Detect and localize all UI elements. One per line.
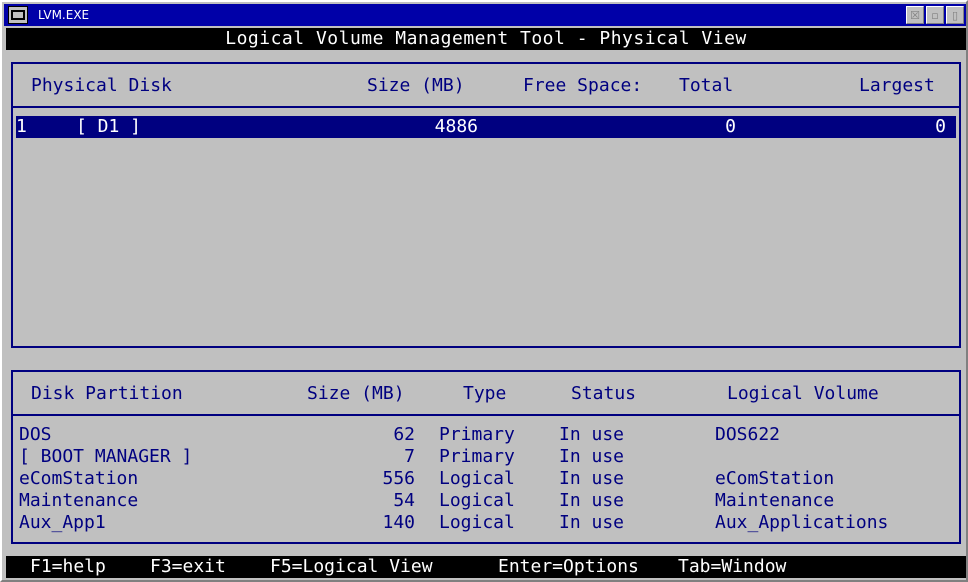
close-button[interactable]: ☒	[906, 6, 924, 24]
physical-disk-list: 1 [ D1 ] 4886 0 0	[13, 116, 959, 138]
partition-name: DOS	[19, 424, 52, 445]
physical-disk-panel[interactable]: Physical Disk Size (MB) Free Space: Tota…	[11, 62, 961, 348]
physical-disk-row[interactable]: 1 [ D1 ] 4886 0 0	[16, 116, 956, 138]
minimize-button[interactable]: ▫	[926, 6, 944, 24]
partition-size: 140	[382, 512, 415, 533]
partition-size: 556	[382, 468, 415, 489]
disk-number: 1	[16, 116, 27, 137]
col-logical-volume: Logical Volume	[727, 383, 879, 404]
f3-exit-key[interactable]: F3=exit	[150, 556, 226, 578]
partition-type: Logical	[439, 490, 515, 511]
partition-type: Logical	[439, 512, 515, 533]
partition-volume: Maintenance	[715, 490, 835, 511]
disk-partition-header: Disk Partition Size (MB) Type Status Log…	[13, 372, 959, 416]
partition-row[interactable]: [ BOOT MANAGER ] 7 Primary In use	[13, 446, 959, 468]
col-status: Status	[571, 383, 637, 404]
col-size: Size (MB)	[367, 75, 465, 96]
maximize-button[interactable]: ▯	[946, 6, 964, 24]
partition-name: Maintenance	[19, 490, 139, 511]
text-mode-screen: Logical Volume Management Tool - Physica…	[6, 28, 966, 580]
partition-volume: Aux_Applications	[715, 512, 889, 533]
dos-window-icon[interactable]	[8, 6, 28, 24]
partition-status: In use	[559, 468, 625, 489]
partition-row[interactable]: eComStation 556 Logical In use eComStati…	[13, 468, 959, 490]
col-type: Type	[463, 383, 507, 404]
partition-type: Logical	[439, 468, 515, 489]
partition-type: Primary	[439, 424, 515, 445]
f5-logical-view-key[interactable]: F5=Logical View	[270, 556, 433, 578]
partition-name: Aux_App1	[19, 512, 106, 533]
partition-volume: DOS622	[715, 424, 781, 445]
partition-status: In use	[559, 512, 625, 533]
partition-size: 54	[393, 490, 415, 511]
partition-row[interactable]: DOS 62 Primary In use DOS622	[13, 424, 959, 446]
partition-name: [ BOOT MANAGER ]	[19, 446, 193, 467]
disk-size: 4886	[434, 116, 478, 137]
page-title: Logical Volume Management Tool - Physica…	[6, 28, 966, 50]
window-controls: ☒ ▫ ▯	[906, 6, 964, 24]
disk-name: [ D1 ]	[76, 116, 142, 137]
partition-volume: eComStation	[715, 468, 835, 489]
partition-size: 62	[393, 424, 415, 445]
partition-row[interactable]: Aux_App1 140 Logical In use Aux_Applicat…	[13, 512, 959, 534]
function-key-bar: F1=help F3=exit F5=Logical View Enter=Op…	[6, 556, 966, 578]
partition-status: In use	[559, 490, 625, 511]
col-disk-partition: Disk Partition	[31, 383, 183, 404]
partition-size: 7	[404, 446, 415, 467]
lvm-window: LVM.EXE ☒ ▫ ▯ Logical Volume Management …	[0, 0, 968, 582]
window-titlebar[interactable]: LVM.EXE ☒ ▫ ▯	[4, 4, 966, 26]
col-total: Total	[679, 75, 734, 96]
partition-status: In use	[559, 424, 625, 445]
col-physical-disk: Physical Disk	[31, 75, 172, 96]
partition-status: In use	[559, 446, 625, 467]
physical-disk-header: Physical Disk Size (MB) Free Space: Tota…	[13, 64, 959, 108]
disk-free-largest: 0	[935, 116, 946, 137]
partition-list: DOS 62 Primary In use DOS622 [ BOOT MANA…	[13, 416, 959, 534]
col-partition-size: Size (MB)	[307, 383, 405, 404]
col-largest: Largest	[859, 75, 935, 96]
partition-row[interactable]: Maintenance 54 Logical In use Maintenanc…	[13, 490, 959, 512]
partition-name: eComStation	[19, 468, 139, 489]
f1-help-key[interactable]: F1=help	[30, 556, 106, 578]
window-title: LVM.EXE	[38, 8, 90, 22]
disk-free-total: 0	[725, 116, 736, 137]
disk-partition-panel[interactable]: Disk Partition Size (MB) Type Status Log…	[11, 370, 961, 544]
enter-options-key[interactable]: Enter=Options	[498, 556, 639, 578]
partition-type: Primary	[439, 446, 515, 467]
col-free-space: Free Space:	[523, 75, 643, 96]
tab-window-key[interactable]: Tab=Window	[678, 556, 786, 578]
